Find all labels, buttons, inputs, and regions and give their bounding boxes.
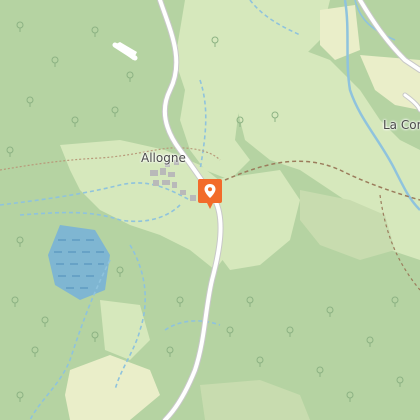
location-marker[interactable] <box>198 179 222 209</box>
map-canvas <box>0 0 420 420</box>
location-pin-icon <box>198 179 222 209</box>
map-view[interactable]: Allogne La Com <box>0 0 420 420</box>
